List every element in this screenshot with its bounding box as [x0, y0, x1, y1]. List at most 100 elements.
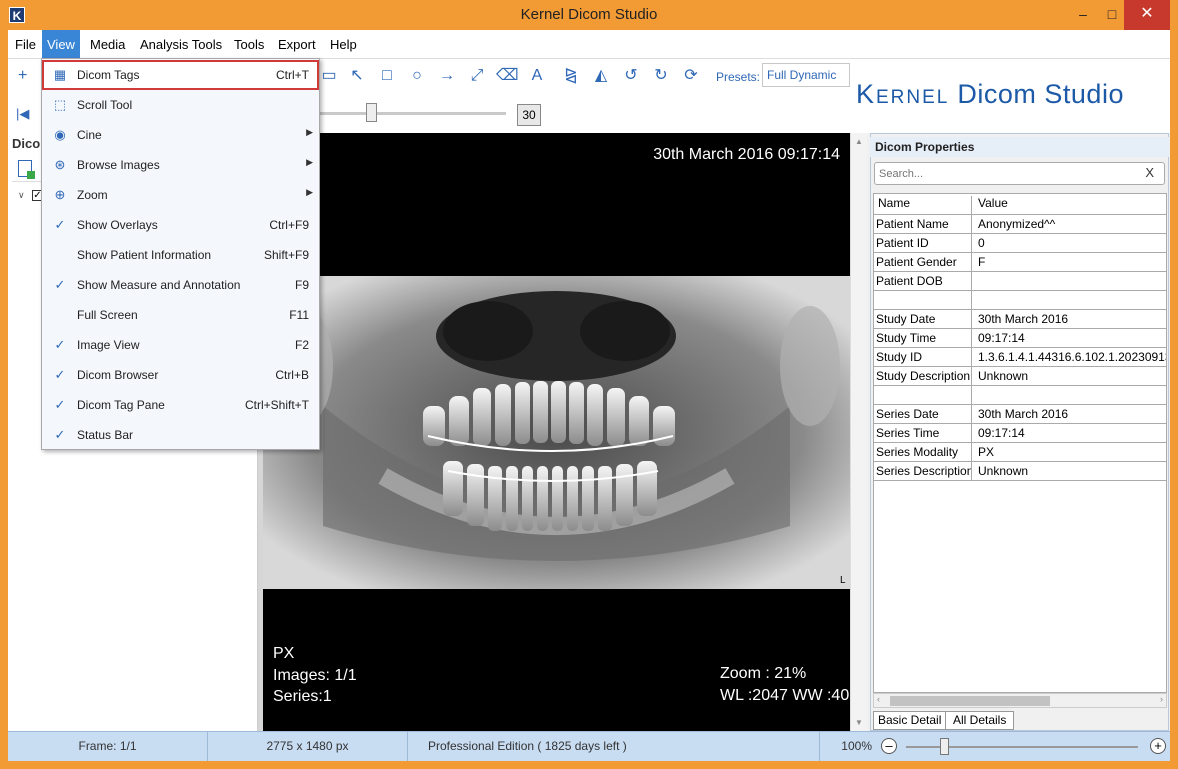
menu-analysis-tools[interactable]: Analysis Tools — [135, 30, 227, 59]
dental-xray-image[interactable]: L — [263, 276, 850, 589]
new-document-icon[interactable] — [18, 160, 35, 179]
menu-item-shortcut: Ctrl+T — [276, 68, 309, 82]
first-image-icon[interactable]: |◀ — [16, 106, 29, 122]
tab-basic-detail[interactable]: Basic Detail — [873, 711, 947, 730]
property-name: Study Date — [876, 310, 972, 329]
overlay-series: Series:1 — [273, 688, 332, 705]
property-value: 1.3.6.1.4.1.44316.6.102.1.2023091384 — [978, 350, 1167, 364]
search-input[interactable] — [879, 166, 1129, 182]
menu-help[interactable]: Help — [325, 30, 362, 59]
tab-all-details[interactable]: All Details — [945, 711, 1015, 730]
zoom-out-button[interactable]: – — [881, 738, 897, 754]
menu-item-show-measure-and-annotation[interactable]: ✓ Show Measure and Annotation F9 — [42, 270, 319, 300]
property-value: PX — [978, 445, 995, 459]
table-row[interactable]: Patient Name Anonymized^^ — [874, 215, 1166, 234]
properties-search: X — [874, 162, 1165, 185]
table-row[interactable]: Study Time 09:17:14 — [874, 329, 1166, 348]
ruler-icon[interactable]: ⤢ — [466, 66, 488, 86]
property-name: Series Modality — [876, 443, 972, 462]
menu-view[interactable]: View — [42, 30, 80, 59]
menu-item-label: Scroll Tool — [77, 98, 133, 112]
menu-item-shortcut: F9 — [294, 278, 309, 292]
table-row[interactable]: Patient Gender F — [874, 253, 1166, 272]
menu-item-dicom-tags[interactable]: ▦ Dicom Tags Ctrl+T — [42, 60, 319, 90]
check-icon: ✓ — [54, 337, 66, 352]
menu-item-show-patient-information[interactable]: Show Patient Information Shift+F9 — [42, 240, 319, 270]
menu-item-scroll-tool[interactable]: ⬚ Scroll Tool — [42, 90, 319, 120]
column-header-value[interactable]: Value — [978, 196, 1166, 210]
property-name: Patient Name — [876, 215, 972, 234]
rotate-right-icon[interactable]: ↻ — [650, 66, 672, 86]
menu-item-dicom-tag-pane[interactable]: ✓ Dicom Tag Pane Ctrl+Shift+T — [42, 390, 319, 420]
check-icon: ✓ — [54, 217, 66, 232]
menu-item-label: Show Overlays — [77, 218, 158, 232]
reset-icon[interactable]: ⟳ — [680, 66, 702, 86]
flip-vertical-icon[interactable]: ◭ — [590, 66, 612, 86]
column-header-name[interactable]: Name — [876, 196, 972, 215]
property-name — [876, 291, 972, 310]
menu-item-browse-images[interactable]: ⊛ Browse Images ▶ — [42, 150, 319, 180]
overlay-datetime: 30th March 2016 09:17:14 — [653, 146, 840, 163]
flip-horizontal-icon[interactable]: ⧎ — [560, 66, 582, 86]
browse-icon: ⊛ — [54, 157, 66, 172]
zoom-slider-thumb[interactable] — [940, 738, 949, 755]
table-row[interactable] — [874, 291, 1166, 310]
close-button[interactable]: ✕ — [1124, 0, 1170, 30]
property-name: Series Date — [876, 405, 972, 424]
zoom-in-button[interactable]: + — [1150, 738, 1166, 754]
property-value: 30th March 2016 — [978, 312, 1069, 326]
table-row[interactable]: Series Description Unknown — [874, 462, 1166, 481]
menu-media[interactable]: Media — [85, 30, 130, 59]
table-row[interactable]: Study Date 30th March 2016 — [874, 310, 1166, 329]
property-name — [876, 386, 972, 405]
search-clear-button[interactable]: X — [1145, 165, 1154, 180]
zoom-icon: ⊕ — [54, 187, 66, 202]
add-icon[interactable]: + — [18, 67, 27, 85]
table-row[interactable]: Series Date 30th March 2016 — [874, 405, 1166, 424]
table-row[interactable]: Patient DOB — [874, 272, 1166, 291]
menu-item-dicom-browser[interactable]: ✓ Dicom Browser Ctrl+B — [42, 360, 319, 390]
menu-item-image-view[interactable]: ✓ Image View F2 — [42, 330, 319, 360]
rotate-left-icon[interactable]: ↺ — [620, 66, 642, 86]
table-icon: ▦ — [53, 67, 67, 82]
table-row[interactable]: Study ID 1.3.6.1.4.1.44316.6.102.1.202309… — [874, 348, 1167, 367]
menu-item-label: Image View — [77, 338, 140, 352]
monitor-icon[interactable]: ▭ — [318, 66, 340, 86]
eraser-icon[interactable]: ⌫ — [496, 66, 519, 86]
brand-logo: Kernel Dicom Studio — [856, 79, 1124, 109]
menu-item-cine[interactable]: ◉ Cine ▶ — [42, 120, 319, 150]
ellipse-icon[interactable]: ○ — [406, 66, 428, 86]
pointer-icon[interactable]: ↖ — [346, 66, 368, 86]
text-icon[interactable]: A — [526, 66, 548, 86]
table-row[interactable]: Patient ID 0 — [874, 234, 1166, 253]
menu-item-full-screen[interactable]: Full Screen F11 — [42, 300, 319, 330]
image-viewer[interactable]: 30th March 2016 09:17:14 L PX Images: 1/… — [263, 133, 850, 731]
menu-item-label: Dicom Tag Pane — [77, 398, 165, 412]
overlay-images: Images: 1/1 — [273, 667, 357, 684]
frame-slider-value[interactable]: 30 — [517, 104, 541, 126]
table-row[interactable] — [874, 386, 1166, 405]
view-menu-dropdown: ▦ Dicom Tags Ctrl+T ⬚ Scroll Tool ◉ Cine ▶ ⊛ Brow… — [41, 58, 320, 450]
status-edition: Professional Edition ( 1825 days left ) — [408, 731, 820, 761]
frame-slider-track[interactable] — [320, 112, 506, 115]
frame-slider-thumb[interactable] — [366, 103, 377, 122]
property-value: 30th March 2016 — [978, 407, 1069, 421]
menu-item-status-bar[interactable]: ✓ Status Bar — [42, 420, 319, 450]
table-row[interactable]: Series Time 09:17:14 — [874, 424, 1166, 443]
menu-export[interactable]: Export — [273, 30, 321, 59]
viewer-vertical-scrollbar[interactable]: ▲ ▼ — [850, 133, 867, 731]
menu-item-zoom[interactable]: ⊕ Zoom ▶ — [42, 180, 319, 210]
properties-horizontal-scrollbar[interactable]: ‹ › — [873, 693, 1167, 708]
menu-file[interactable]: File — [10, 30, 41, 59]
menu-tools[interactable]: Tools — [229, 30, 269, 59]
arrow-icon[interactable]: → — [436, 66, 458, 86]
presets-dropdown[interactable]: Full Dynamic — [762, 63, 850, 87]
rectangle-icon[interactable]: □ — [376, 66, 398, 86]
menu-item-show-overlays[interactable]: ✓ Show Overlays Ctrl+F9 — [42, 210, 319, 240]
table-row[interactable]: Series Modality PX — [874, 443, 1166, 462]
tree-expand-icon[interactable]: ∨ — [18, 190, 25, 201]
table-row[interactable]: Study Description Unknown — [874, 367, 1166, 386]
property-name: Series Description — [876, 462, 972, 481]
property-name: Patient DOB — [876, 272, 972, 291]
menu-item-label: Dicom Tags — [77, 68, 140, 82]
